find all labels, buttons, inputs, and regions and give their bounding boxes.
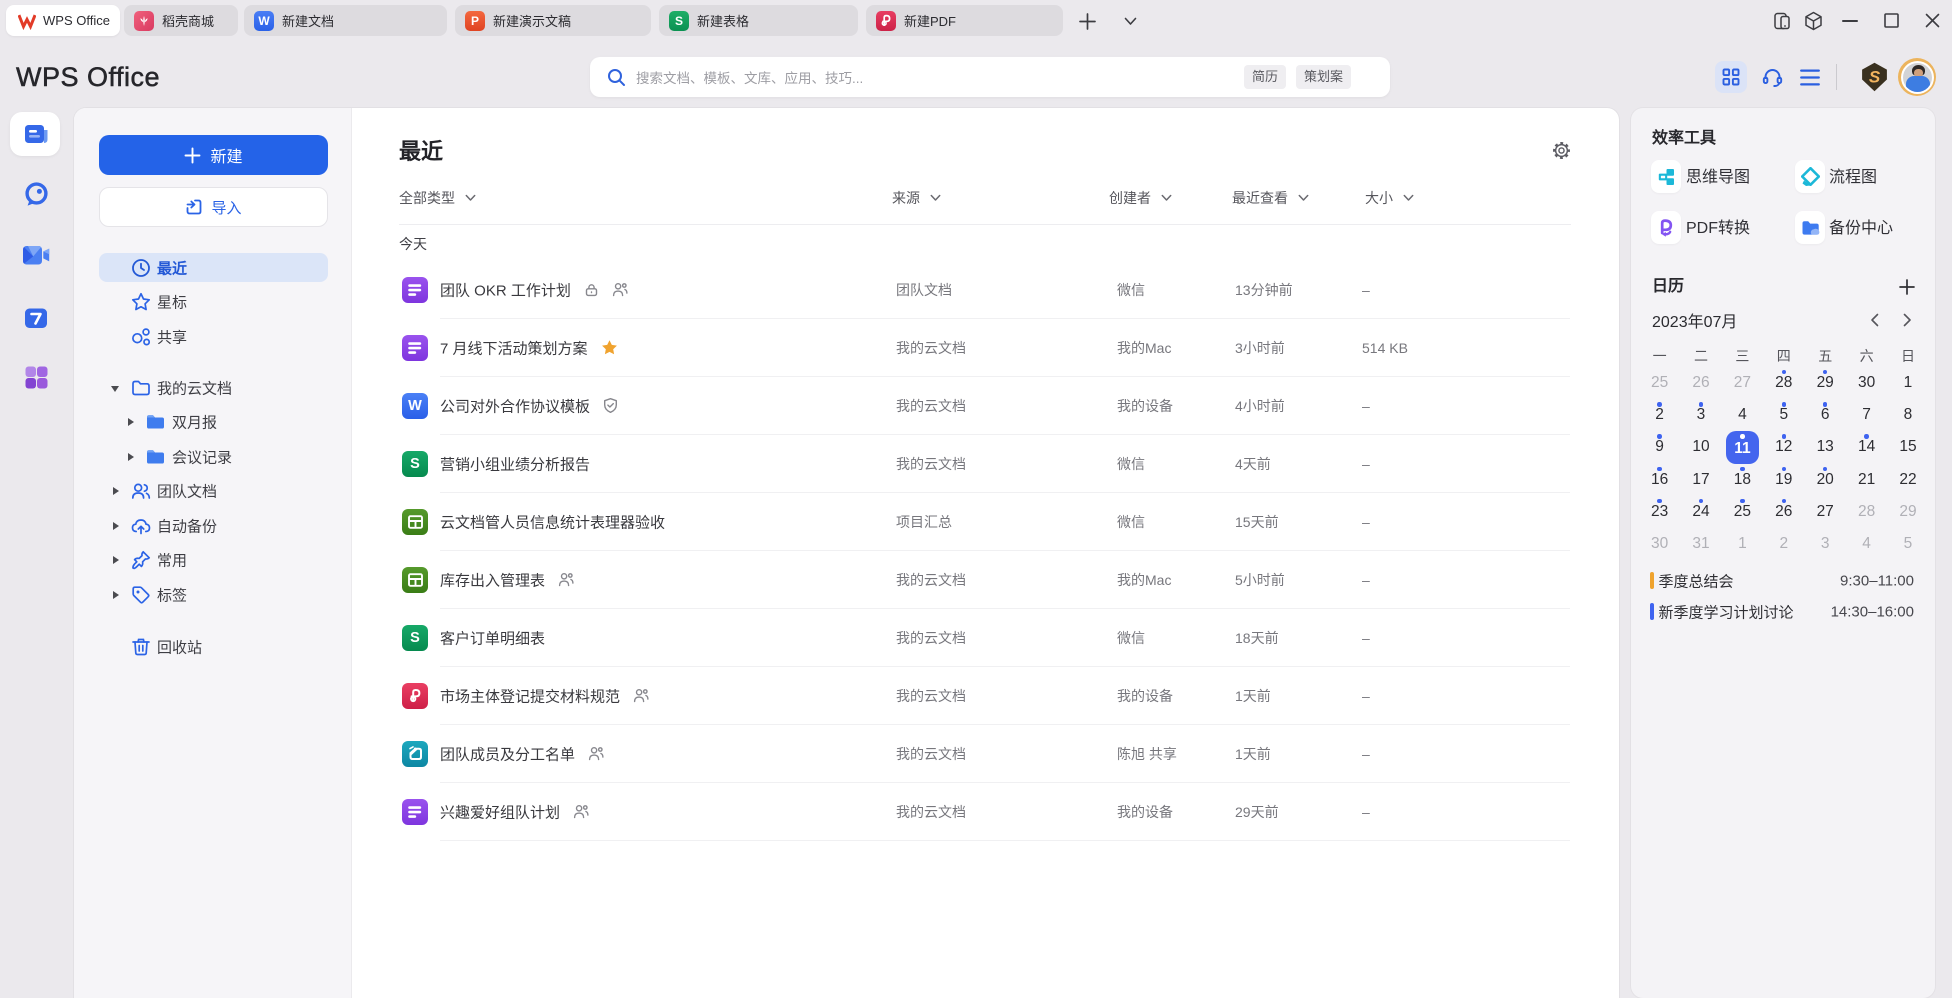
svg-text:S: S: [1869, 68, 1881, 87]
